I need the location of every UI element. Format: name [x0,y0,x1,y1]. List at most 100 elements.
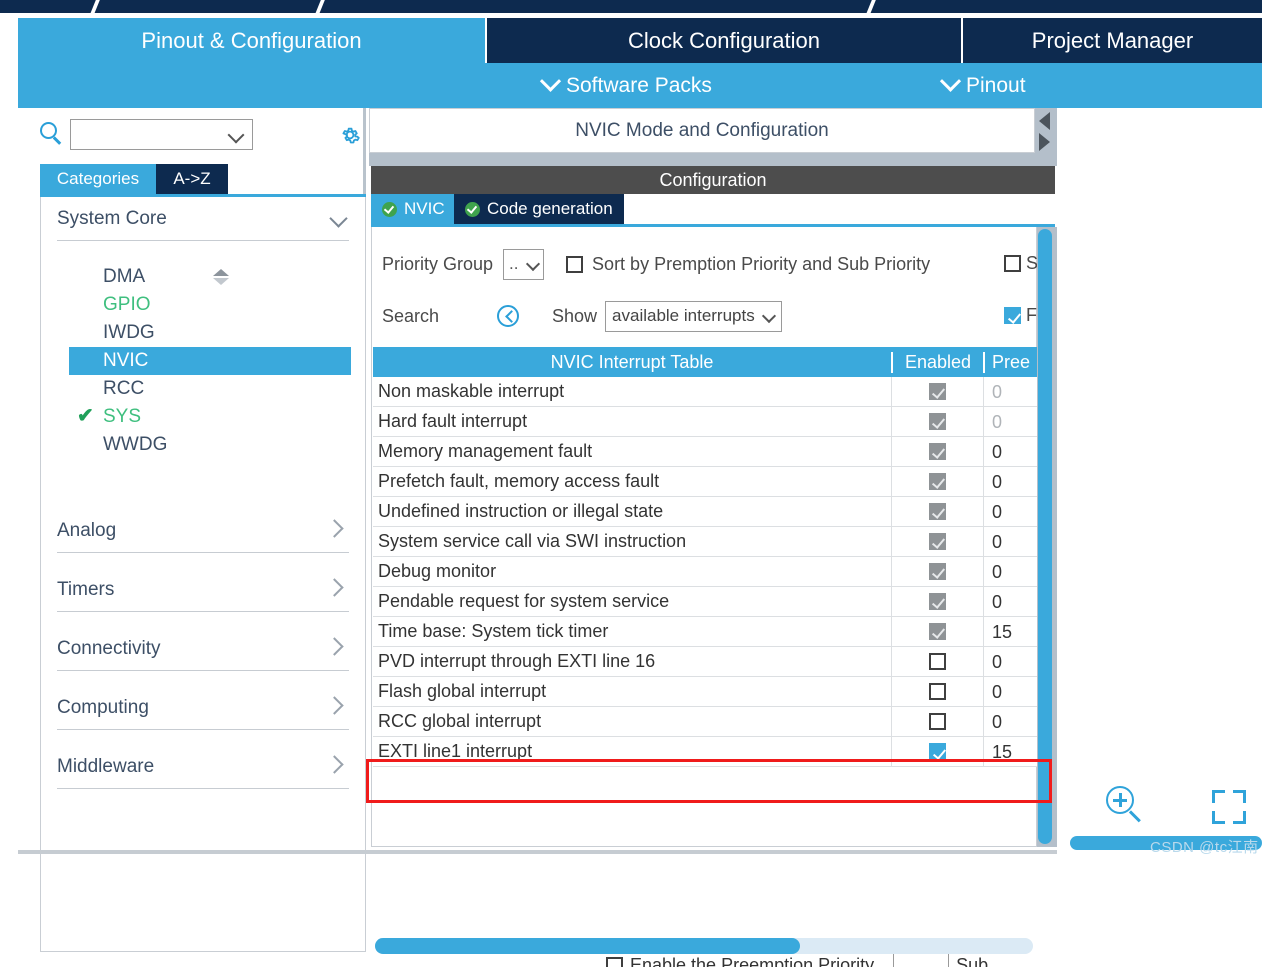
enabled-checkbox[interactable] [929,443,946,460]
enabled-cell[interactable] [891,557,983,587]
table-row[interactable]: Hard fault interrupt 0 [373,407,1037,437]
ip-item-dma[interactable]: DMA [41,263,365,291]
sort-by-preemption-label: Sort by Premption Priority and Sub Prior… [592,254,930,275]
enabled-cell[interactable] [891,467,983,497]
show-only-enabled-checkbox[interactable] [1004,255,1021,272]
tab-nvic[interactable]: NVIC [371,194,456,224]
enabled-checkbox[interactable] [929,593,946,610]
table-row[interactable]: Debug monitor0 [373,557,1037,587]
show-only-enabled-checkbox-group[interactable] [1004,255,1021,277]
enabled-checkbox[interactable] [929,563,946,580]
enabled-cell[interactable] [891,437,983,467]
enabled-cell[interactable] [891,707,983,737]
force-enable-checkbox-group[interactable] [1004,307,1021,329]
preemption-priority-cell[interactable]: 0 [983,587,1037,617]
table-row[interactable]: Memory management fault0 [373,437,1037,467]
config-horizontal-scrollbar-thumb[interactable] [375,938,800,954]
enabled-checkbox[interactable] [929,533,946,550]
enabled-checkbox[interactable] [929,683,946,700]
tab-pinout-configuration[interactable]: Pinout & Configuration [18,18,485,63]
config-vertical-scrollbar-thumb[interactable] [1038,229,1052,844]
table-row[interactable]: Prefetch fault, memory access fault0 [373,467,1037,497]
panel-collapse-arrows[interactable] [1035,108,1057,158]
ip-search-box[interactable] [70,119,253,150]
table-row[interactable]: Flash global interrupt0 [373,677,1037,707]
preemption-priority-cell[interactable]: 0 [983,377,1037,407]
preemption-priority-cell[interactable]: 0 [983,467,1037,497]
zoom-in-icon[interactable] [1106,786,1146,826]
enabled-cell[interactable] [891,497,983,527]
tab-code-generation[interactable]: Code generation [454,194,624,224]
collapse-search-icon[interactable] [497,305,519,327]
preemption-priority-cell[interactable]: 0 [983,707,1037,737]
ip-item-rcc[interactable]: RCC [41,375,365,403]
enabled-cell[interactable] [891,737,983,767]
enabled-cell[interactable] [891,647,983,677]
sort-by-preemption-checkbox[interactable] [566,256,583,273]
ip-item-iwdg[interactable]: IWDG [41,319,365,347]
enabled-checkbox[interactable] [929,623,946,640]
show-filter-value: available interrupts [612,306,755,326]
preemption-priority-cell[interactable]: 0 [983,557,1037,587]
triangle-right-icon[interactable] [1039,133,1050,151]
preemption-priority-cell[interactable]: 0 [983,647,1037,677]
category-timers[interactable]: Timers [57,568,349,612]
enabled-checkbox[interactable] [929,473,946,490]
enabled-cell[interactable] [891,617,983,647]
enabled-checkbox[interactable] [929,713,946,730]
ip-item-gpio[interactable]: GPIO [41,291,365,319]
preemption-priority-cell[interactable]: 15 [983,617,1037,647]
enabled-cell[interactable] [891,527,983,557]
preemption-priority-cell[interactable]: 0 [983,437,1037,467]
category-analog[interactable]: Analog [57,509,349,553]
enabled-cell[interactable] [891,587,983,617]
enabled-checkbox[interactable] [929,503,946,520]
enabled-checkbox[interactable] [929,743,946,760]
table-row[interactable]: System service call via SWI instruction0 [373,527,1037,557]
category-connectivity[interactable]: Connectivity [57,627,349,671]
enabled-cell[interactable] [891,377,983,407]
preemption-priority-cell[interactable]: 0 [983,497,1037,527]
ip-item-nvic[interactable]: NVIC [69,347,351,375]
interrupt-name: Hard fault interrupt [373,411,891,432]
gear-icon[interactable] [338,123,362,147]
table-row[interactable]: EXTI line1 interrupt15 [373,737,1037,767]
enabled-checkbox[interactable] [929,653,946,670]
ip-item-wwdg[interactable]: WWDG [41,431,365,459]
ip-item-sys[interactable]: ✔ SYS [41,403,365,431]
menu-software-packs[interactable]: Software Packs [543,63,712,108]
enabled-checkbox[interactable] [929,383,946,400]
sort-by-preemption-checkbox-group[interactable]: Sort by Premption Priority and Sub Prior… [566,254,930,275]
tab-a-to-z[interactable]: A->Z [156,164,228,194]
preemption-priority-cell[interactable]: 0 [983,407,1037,437]
chevron-down-icon[interactable] [228,127,245,144]
category-computing[interactable]: Computing [57,686,349,730]
enable-preemption-checkbox[interactable] [606,957,623,967]
category-middleware[interactable]: Middleware [57,745,349,789]
show-filter-select[interactable]: available interrupts [605,301,782,332]
tab-project-manager[interactable]: Project Manager [963,18,1262,63]
preemption-priority-cell[interactable]: 15 [983,737,1037,767]
enabled-checkbox[interactable] [929,413,946,430]
search-input[interactable] [75,123,225,146]
chevron-right-icon [325,755,343,773]
fullscreen-icon[interactable] [1212,790,1246,824]
enabled-cell[interactable] [891,677,983,707]
priority-group-select[interactable]: .. [503,249,544,280]
ip-label: DMA [103,266,145,287]
menu-pinout[interactable]: Pinout [943,63,1026,108]
table-row[interactable]: PVD interrupt through EXTI line 160 [373,647,1037,677]
preemption-priority-cell[interactable]: 0 [983,677,1037,707]
preemption-priority-cell[interactable]: 0 [983,527,1037,557]
enabled-cell[interactable] [891,407,983,437]
tab-clock-configuration[interactable]: Clock Configuration [487,18,961,63]
table-row[interactable]: RCC global interrupt0 [373,707,1037,737]
table-row[interactable]: Pendable request for system service0 [373,587,1037,617]
table-row[interactable]: Non maskable interrupt0 [373,377,1037,407]
category-system-core[interactable]: System Core [57,197,349,241]
table-row[interactable]: Undefined instruction or illegal state0 [373,497,1037,527]
triangle-left-icon[interactable] [1039,112,1050,130]
tab-categories[interactable]: Categories [40,164,156,194]
force-enable-checkbox[interactable] [1004,307,1021,324]
table-row[interactable]: Time base: System tick timer15 [373,617,1037,647]
